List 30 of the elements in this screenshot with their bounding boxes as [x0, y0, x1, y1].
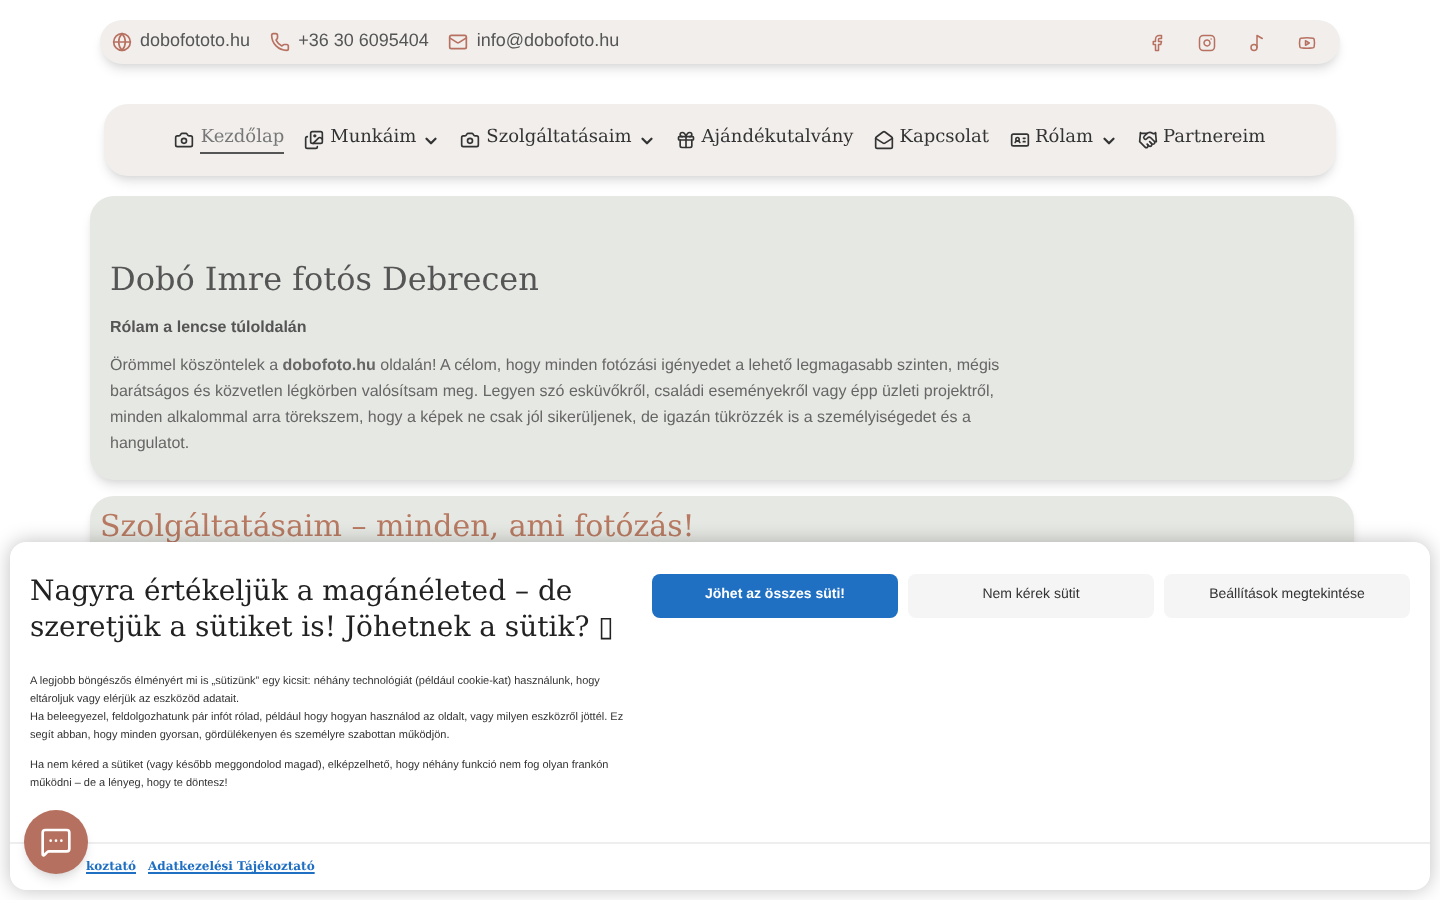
- contact-link[interactable]: dobofototo.hu: [140, 28, 251, 56]
- hero-subtitle: Rólam a lencse túloldalán: [110, 316, 309, 340]
- nav-link[interactable]: Munkáim: [330, 126, 417, 154]
- cookie-title: Nagyra értékeljük a magánéleted – de szeretjük a sütiket is! Jöhetnek a sütik? ▯: [30, 574, 616, 646]
- handshake-icon: [1137, 130, 1158, 150]
- nav-link[interactable]: Ajándékutalvány: [701, 126, 854, 154]
- globe-icon: [112, 32, 132, 52]
- hero-paragraph: Örömmel köszöntelek a dobofoto.hu oldalán! A célom, hogy minden fotózási igényedet a lehető legmagasabb szinten, mégis barátságos és közvetlen légkörben valósítsam meg. Legyen szó esküvőkről, családi eseményekről vagy épp üzleti projektről, minden alkalommal arra törekszem, hogy a képek ne csak jól sikerüljenek, de igazán tükrözzék is a személyiségedet és a hangulatot.: [110, 354, 1002, 456]
- id-card-icon: [1009, 130, 1030, 150]
- nav-link[interactable]: Rólam: [1035, 126, 1094, 154]
- contact-link[interactable]: +36 30 6095404: [298, 28, 429, 56]
- youtube-icon[interactable]: [1298, 33, 1316, 51]
- contact-link[interactable]: info@dobofoto.hu: [476, 28, 620, 56]
- hero-title: Dobó Imre fotós Debrecen: [110, 258, 541, 302]
- gift-icon: [675, 130, 696, 150]
- instagram-icon[interactable]: [1198, 33, 1216, 51]
- facebook-icon[interactable]: [1148, 33, 1166, 51]
- nav-link[interactable]: Szolgáltatásaim: [486, 126, 632, 154]
- chat-icon: [40, 826, 72, 858]
- services-title: Szolgáltatásaim – minden, ami fotózás!: [100, 506, 697, 548]
- camera-icon: [174, 130, 195, 150]
- nav-link[interactable]: Kapcsolat: [899, 126, 990, 154]
- images-icon: [304, 130, 325, 150]
- nav-link[interactable]: Kezdőlap: [200, 125, 285, 155]
- mail-icon: [448, 32, 469, 52]
- nav-link[interactable]: Partnereim: [1163, 126, 1266, 154]
- camera-icon: [460, 130, 481, 150]
- music-note-icon[interactable]: [1248, 33, 1266, 51]
- envelope-icon: [873, 130, 894, 150]
- phone-icon: [270, 32, 291, 52]
